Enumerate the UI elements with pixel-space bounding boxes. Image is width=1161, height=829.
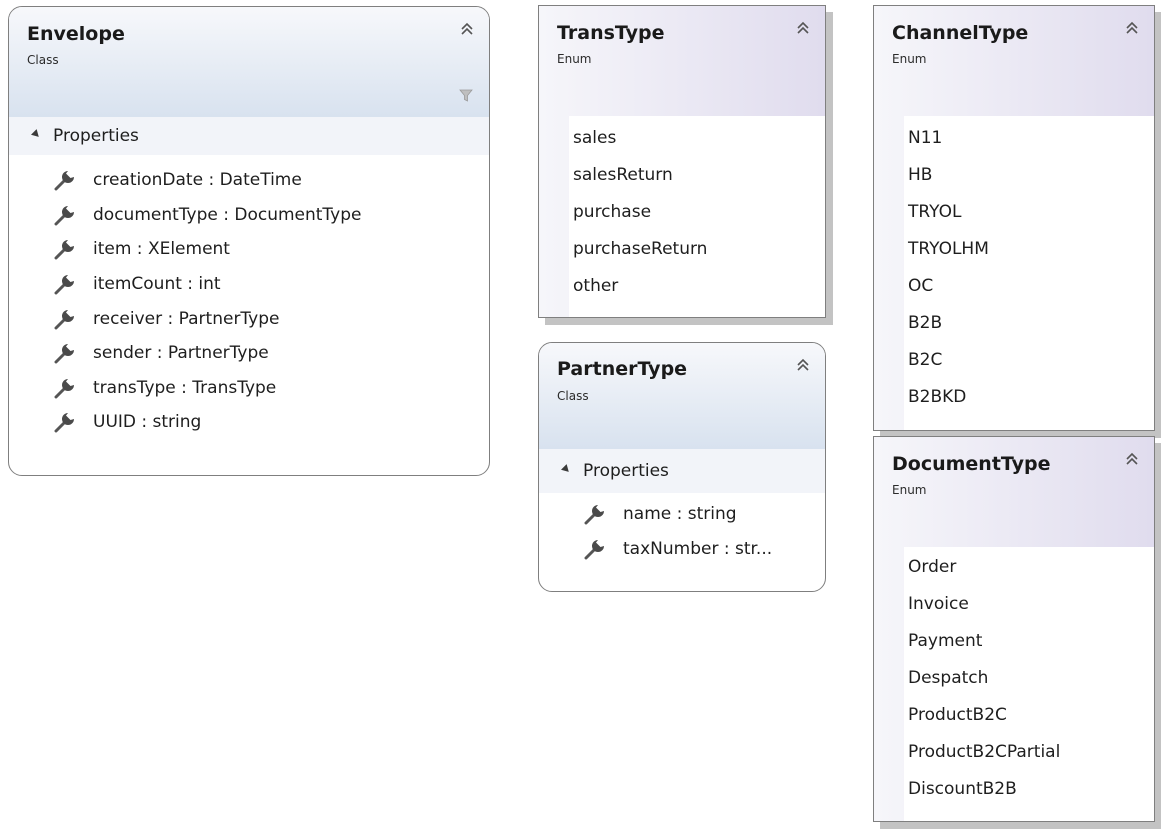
- collapse-icon[interactable]: [1124, 20, 1140, 36]
- partnertype-property-list: name : string taxNumber : str...: [539, 493, 825, 566]
- wrench-icon: [54, 171, 74, 191]
- property-label: taxNumber : str...: [623, 538, 773, 559]
- documenttype-value-list: Order Invoice Payment Despatch ProductB2…: [904, 547, 1154, 821]
- property-row[interactable]: name : string: [583, 497, 825, 532]
- enum-value[interactable]: ProductB2C: [904, 697, 1154, 734]
- transtype-enum-box: TransType Enum sales salesReturn purchas…: [538, 5, 826, 318]
- envelope-properties-header[interactable]: Properties: [9, 117, 489, 155]
- collapse-icon[interactable]: [1124, 451, 1140, 467]
- property-label: name : string: [623, 504, 737, 525]
- envelope-header: Envelope Class: [9, 7, 489, 117]
- property-label: receiver : PartnerType: [93, 308, 280, 329]
- enum-value[interactable]: B2B: [904, 305, 1154, 342]
- channeltype-header: ChannelType Enum N11 HB TRYOL TRYOLHM OC…: [874, 6, 1154, 430]
- enum-value[interactable]: ProductB2CPartial: [904, 734, 1154, 771]
- enum-value[interactable]: TRYOL: [904, 194, 1154, 231]
- property-row[interactable]: itemCount : int: [53, 267, 489, 302]
- property-row[interactable]: UUID : string: [53, 405, 489, 440]
- partnertype-properties-header[interactable]: Properties: [539, 449, 825, 493]
- transtype-kind: Enum: [557, 52, 592, 66]
- section-label: Properties: [583, 461, 669, 481]
- enum-value[interactable]: Despatch: [904, 660, 1154, 697]
- transtype-title: TransType: [557, 22, 665, 44]
- enum-value[interactable]: B2C: [904, 342, 1154, 379]
- enum-value[interactable]: B2BKD: [904, 379, 1154, 416]
- enum-value[interactable]: OC: [904, 268, 1154, 305]
- enum-value[interactable]: other: [569, 268, 825, 305]
- property-row[interactable]: transType : TransType: [53, 371, 489, 406]
- documenttype-header: DocumentType Enum Order Invoice Payment …: [874, 437, 1154, 821]
- expand-triangle-icon[interactable]: [560, 463, 572, 475]
- transtype-value-list: sales salesReturn purchase purchaseRetur…: [569, 116, 825, 317]
- channeltype-value-list: N11 HB TRYOL TRYOLHM OC B2B B2C B2BKD: [904, 116, 1154, 430]
- transtype-header: TransType Enum sales salesReturn purchas…: [539, 6, 825, 317]
- property-label: creationDate : DateTime: [93, 170, 302, 191]
- enum-value[interactable]: Payment: [904, 623, 1154, 660]
- enum-value[interactable]: Order: [904, 549, 1154, 586]
- property-label: item : XElement: [93, 239, 230, 260]
- expand-triangle-icon[interactable]: [30, 128, 42, 140]
- documenttype-enum-box: DocumentType Enum Order Invoice Payment …: [873, 436, 1155, 822]
- channeltype-kind: Enum: [892, 52, 927, 66]
- partnertype-class-box: PartnerType Class Properties name : stri…: [538, 342, 826, 592]
- collapse-icon[interactable]: [459, 21, 475, 37]
- envelope-property-list: creationDate : DateTime documentType : D…: [9, 155, 489, 440]
- collapse-icon[interactable]: [795, 20, 811, 36]
- enum-value[interactable]: TRYOLHM: [904, 231, 1154, 268]
- wrench-icon: [54, 378, 74, 399]
- channeltype-enum-box: ChannelType Enum N11 HB TRYOL TRYOLHM OC…: [873, 5, 1155, 431]
- wrench-icon: [54, 344, 74, 364]
- enum-value[interactable]: N11: [904, 120, 1154, 157]
- filter-icon[interactable]: [459, 89, 473, 102]
- partnertype-kind: Class: [557, 389, 589, 403]
- partnertype-title: PartnerType: [557, 358, 688, 380]
- wrench-icon: [584, 505, 604, 525]
- enum-value[interactable]: DiscountB2B: [904, 771, 1154, 808]
- enum-value[interactable]: purchaseReturn: [569, 231, 825, 268]
- envelope-class-box: Envelope Class Properties creationDate :…: [8, 6, 490, 476]
- property-row[interactable]: documentType : DocumentType: [53, 198, 489, 233]
- wrench-icon: [54, 413, 74, 433]
- wrench-icon: [54, 205, 74, 226]
- wrench-icon: [54, 240, 74, 260]
- property-row[interactable]: sender : PartnerType: [53, 336, 489, 371]
- property-label: sender : PartnerType: [93, 343, 269, 364]
- property-label: UUID : string: [93, 412, 202, 433]
- property-label: documentType : DocumentType: [93, 204, 362, 225]
- documenttype-kind: Enum: [892, 483, 927, 497]
- envelope-title: Envelope: [27, 23, 125, 45]
- property-row[interactable]: creationDate : DateTime: [53, 163, 489, 198]
- section-label: Properties: [53, 126, 139, 146]
- wrench-icon: [54, 309, 74, 330]
- property-row[interactable]: receiver : PartnerType: [53, 301, 489, 336]
- collapse-icon[interactable]: [795, 357, 811, 373]
- property-label: transType : TransType: [93, 377, 277, 398]
- enum-value[interactable]: purchase: [569, 194, 825, 231]
- documenttype-title: DocumentType: [892, 453, 1051, 475]
- enum-value[interactable]: salesReturn: [569, 157, 825, 194]
- property-row[interactable]: item : XElement: [53, 232, 489, 267]
- property-label: itemCount : int: [93, 274, 221, 295]
- enum-value[interactable]: sales: [569, 120, 825, 157]
- enum-value[interactable]: Invoice: [904, 586, 1154, 623]
- property-row[interactable]: taxNumber : str...: [583, 532, 825, 567]
- envelope-kind: Class: [27, 53, 59, 67]
- partnertype-header: PartnerType Class: [539, 343, 825, 449]
- enum-value[interactable]: HB: [904, 157, 1154, 194]
- wrench-icon: [584, 539, 604, 560]
- wrench-icon: [54, 275, 74, 295]
- channeltype-title: ChannelType: [892, 22, 1029, 44]
